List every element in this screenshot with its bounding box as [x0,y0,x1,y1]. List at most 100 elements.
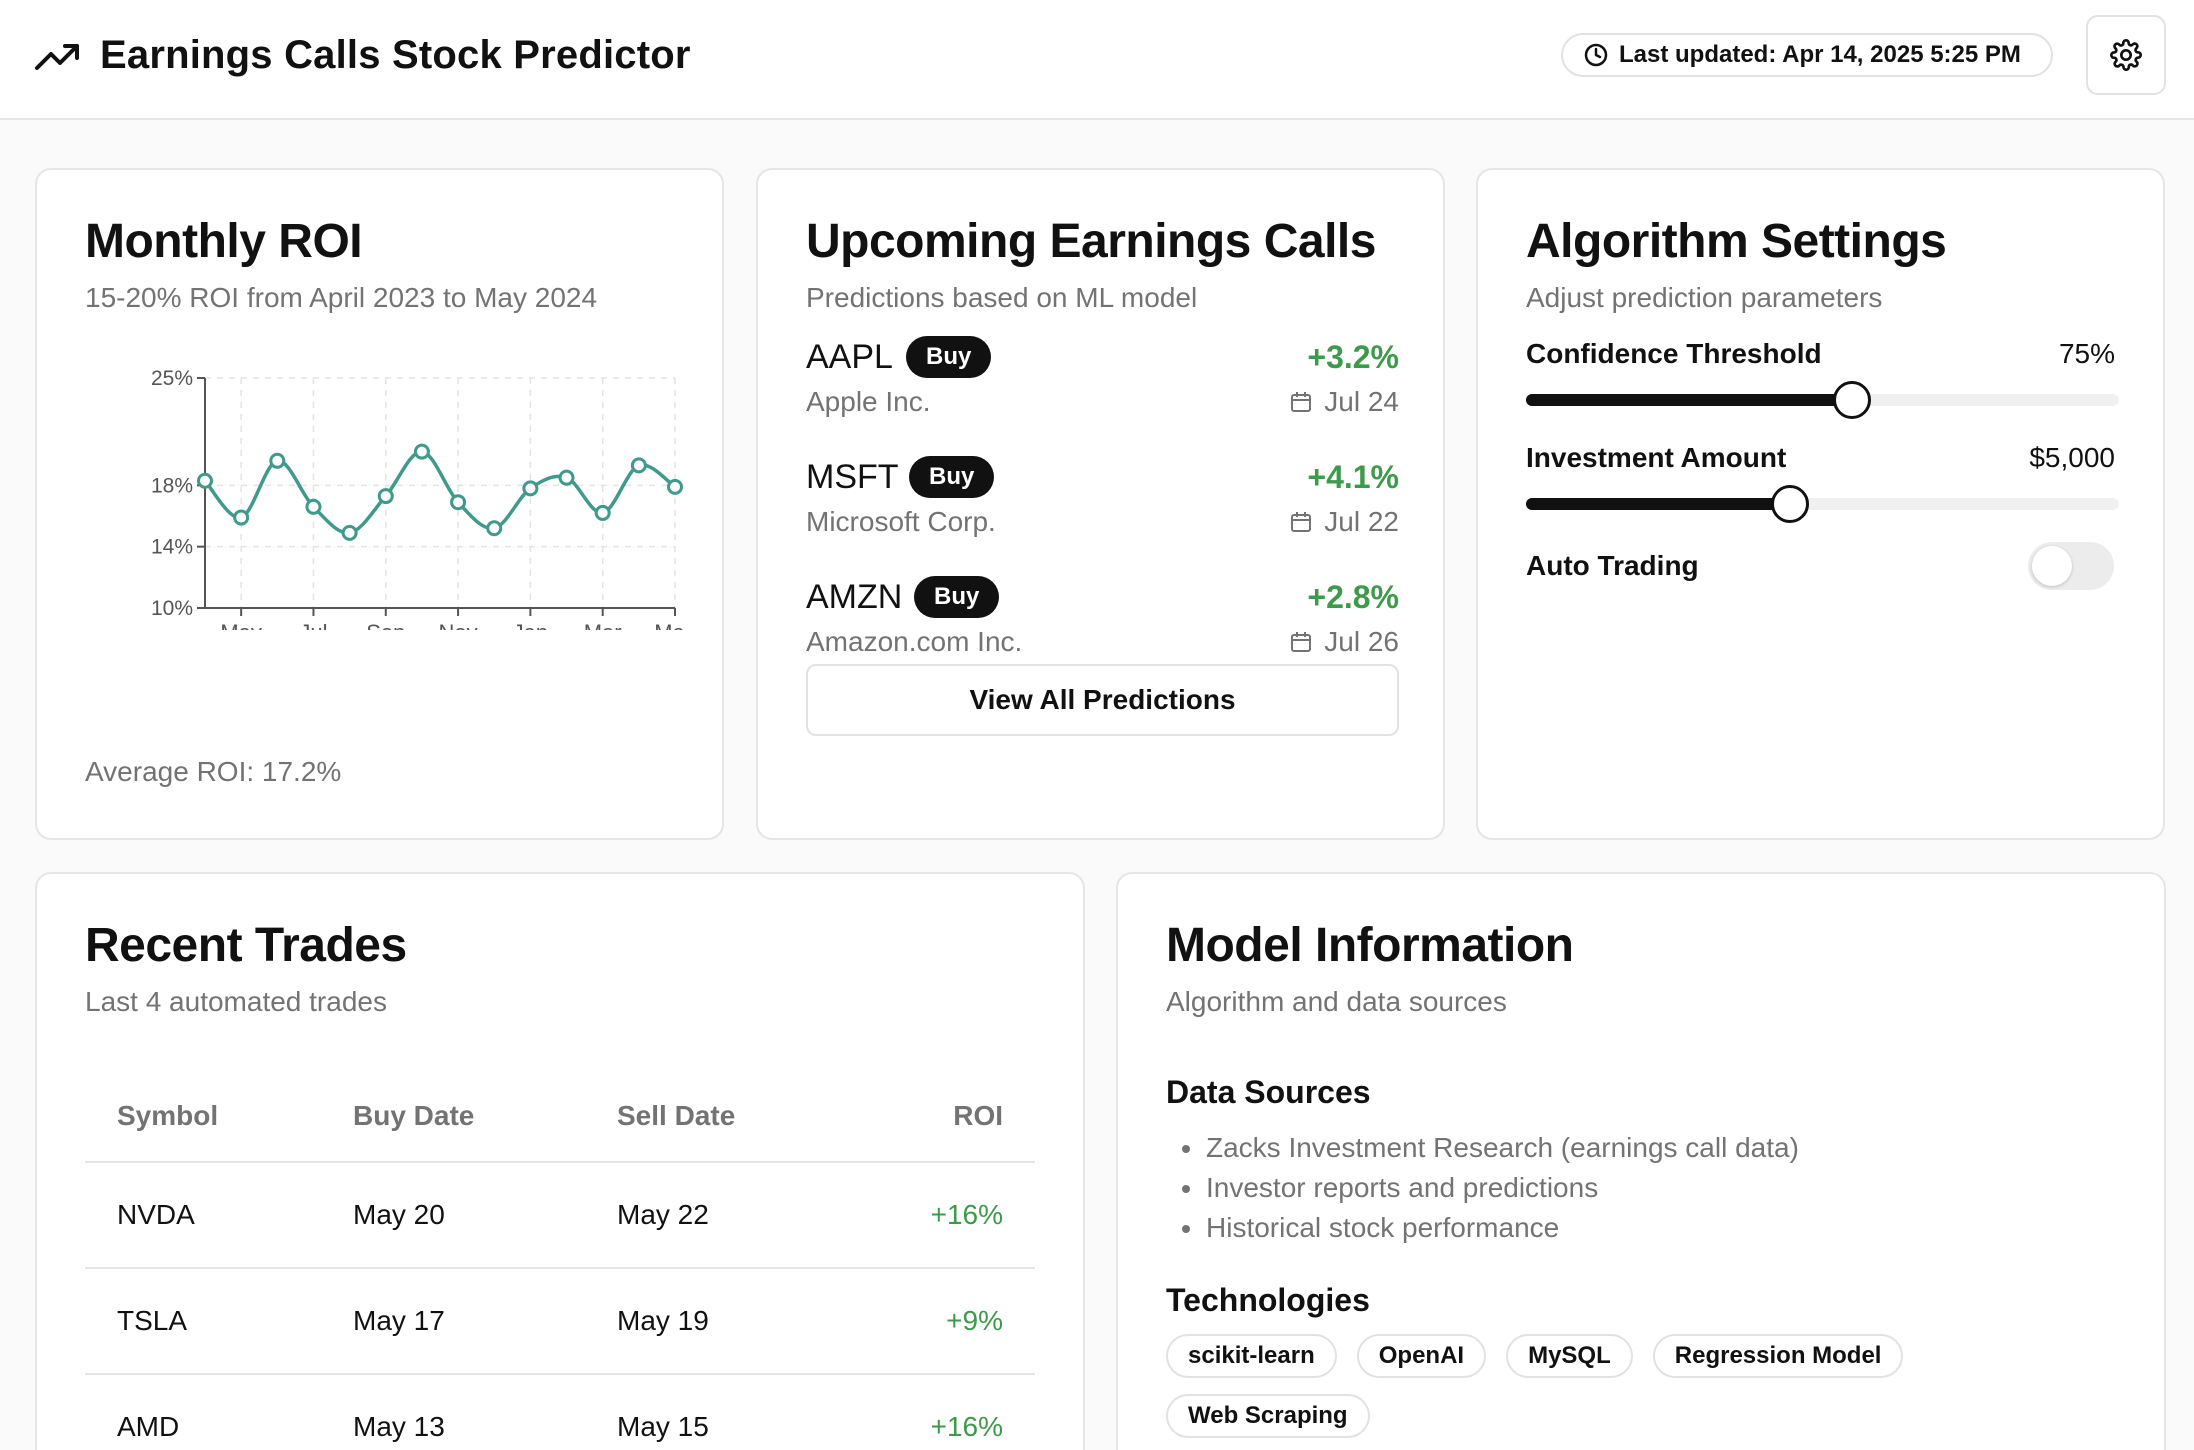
card-subtitle: Adjust prediction parameters [1526,282,1883,313]
recent-trades-card: Recent Trades Last 4 automated trades Sy… [35,872,1085,1450]
average-roi: Average ROI: 17.2% [85,756,342,787]
column-header-sell-date: Sell Date [585,1070,825,1163]
card-subtitle: Algorithm and data sources [1166,986,1507,1017]
card-title: Monthly ROI [85,215,363,268]
stock-symbol: AAPL [806,338,893,376]
roi-data-point [630,457,647,474]
calendar-icon [1291,392,1312,412]
slider-fill [1526,394,1853,406]
trade-roi: +16% [825,1162,1035,1269]
call-date: Jul 24 [1290,384,1399,420]
table-header-row: Symbol Buy Date Sell Date ROI [85,1070,1035,1163]
slider-thumb[interactable] [1770,485,1809,523]
roi-data-point [594,504,611,521]
roi-data-point [486,520,503,537]
call-date-text: Jul 26 [1324,626,1399,657]
roi-data-point [522,480,539,497]
tech-tag: MySQL [1506,1334,1633,1378]
stock-symbol: MSFT [806,458,899,496]
roi-data-point [377,488,394,505]
y-tick-label: 10% [151,597,193,620]
roi-data-point [667,478,683,495]
call-date-text: Jul 22 [1324,506,1399,537]
buy-badge: Buy [914,576,1000,618]
model-information-card: Model Information Algorithm and data sou… [1116,872,2166,1450]
x-tick-label: Jul [299,620,327,630]
x-tick-label: May [654,620,685,630]
confidence-threshold-value: 75% [2058,338,2115,369]
x-tick-label: Jan [513,620,548,630]
roi-data-point [233,509,250,526]
buy-badge: Buy [909,456,995,498]
trade-sell-date: May 19 [585,1268,825,1375]
x-tick-label: Nov [439,620,478,630]
confidence-threshold-slider[interactable] [1526,380,2119,420]
card-title: Model Information [1166,919,1574,972]
earnings-call-row[interactable]: MSFT Buy +4.1% Microsoft Corp. Jul 22 [806,456,1399,556]
predicted-change: +3.2% [1307,339,1399,375]
data-sources-heading: Data Sources [1166,1074,1371,1110]
predicted-change: +2.8% [1307,579,1399,615]
view-all-predictions-button[interactable]: View All Predictions [806,664,1399,736]
earnings-call-row[interactable]: AAPL Buy +3.2% Apple Inc. Jul 24 [806,336,1399,436]
y-tick-label: 25% [151,367,193,390]
x-tick-label: Sep [366,620,405,630]
table-row[interactable]: AMD May 13 May 15 +16% [85,1374,1035,1450]
y-tick-label: 18% [151,474,193,497]
trades-table: Symbol Buy Date Sell Date ROI NVDA May 2… [85,1070,1035,1450]
call-date: Jul 22 [1290,504,1399,540]
y-tick-label: 14% [151,536,193,559]
settings-button[interactable] [2086,15,2166,95]
calendar-icon [1291,632,1312,652]
card-subtitle: Predictions based on ML model [806,282,1198,313]
company-name: Amazon.com Inc. [806,626,1023,657]
predicted-change: +4.1% [1307,459,1399,495]
card-subtitle: 15-20% ROI from April 2023 to May 2024 [85,282,598,313]
card-title: Recent Trades [85,919,407,972]
auto-trading-toggle[interactable] [2028,542,2114,590]
investment-amount-value: $5,000 [2029,442,2115,473]
x-tick-label: May [220,620,262,630]
roi-data-point [450,494,467,511]
list-item: Zacks Investment Research (earnings call… [1166,1128,1799,1168]
algorithm-settings-card: Algorithm Settings Adjust prediction par… [1476,168,2165,840]
investment-amount-label: Investment Amount [1526,442,1787,473]
card-title: Upcoming Earnings Calls [806,215,1376,268]
technology-tags: scikit-learn OpenAI MySQL Regression Mod… [1166,1334,2106,1438]
call-date: Jul 26 [1290,624,1399,660]
technologies-heading: Technologies [1166,1282,1370,1318]
last-updated-text: Last updated: Apr 14, 2025 5:25 PM [1619,41,2021,68]
company-name: Microsoft Corp. [806,506,996,537]
column-header-roi: ROI [825,1070,1035,1163]
trending-up-icon [35,44,79,70]
earnings-call-row[interactable]: AMZN Buy +2.8% Amazon.com Inc. Jul 26 [806,576,1399,676]
trade-roi: +9% [825,1268,1035,1375]
trade-sell-date: May 22 [585,1162,825,1269]
trade-buy-date: May 13 [321,1374,585,1450]
buy-badge: Buy [906,336,992,378]
company-name: Apple Inc. [806,386,931,417]
gear-icon [2110,39,2142,71]
x-tick-label: Mar [584,620,622,630]
trade-sell-date: May 15 [585,1374,825,1450]
tech-tag: Regression Model [1652,1334,1904,1378]
card-subtitle: Last 4 automated trades [85,986,387,1017]
list-item: Investor reports and predictions [1166,1168,1799,1208]
column-header-buy-date: Buy Date [321,1070,585,1163]
toggle-knob [2032,546,2072,586]
roi-data-point [305,498,322,515]
table-row[interactable]: TSLA May 17 May 19 +9% [85,1268,1035,1375]
column-header-symbol: Symbol [85,1070,321,1163]
monthly-roi-card: Monthly ROI 15-20% ROI from April 2023 t… [35,168,724,840]
trade-symbol: AMD [85,1374,321,1450]
app-title: Earnings Calls Stock Predictor [100,33,691,77]
stock-symbol: AMZN [806,578,903,616]
slider-thumb[interactable] [1833,381,1872,419]
table-row[interactable]: NVDA May 20 May 22 +16% [85,1162,1035,1269]
investment-amount-slider[interactable] [1526,484,2119,524]
trade-buy-date: May 20 [321,1162,585,1269]
trade-roi: +16% [825,1374,1035,1450]
tech-tag: Web Scraping [1166,1394,1370,1438]
calendar-icon [1291,512,1312,532]
tech-tag: scikit-learn [1166,1334,1337,1378]
